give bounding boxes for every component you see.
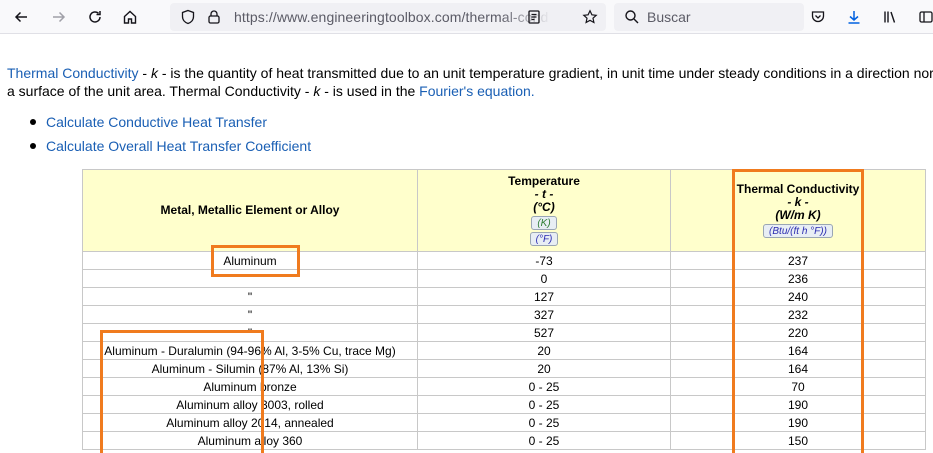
temperature-cell: 0 - 25 <box>417 431 671 450</box>
metal-cell: Aluminum alloy 2014, annealed <box>82 413 418 432</box>
metal-cell: Aluminum alloy 3003, rolled <box>82 395 418 414</box>
sidebar-icon[interactable] <box>914 5 933 29</box>
header-metal: Metal, Metallic Element or Alloy <box>82 169 418 252</box>
conductivity-table: Metal, Metallic Element or Alloy Tempera… <box>82 169 926 450</box>
metal-cell <box>82 269 418 288</box>
table-row: Aluminum - Duralumin (94-96% Al, 3-5% Cu… <box>82 341 926 360</box>
metal-cell: Aluminum bronze <box>82 377 418 396</box>
reader-view-icon[interactable] <box>522 5 546 29</box>
intro-text: - is the quantity of heat transmitted du… <box>157 65 933 81</box>
forward-arrow-icon[interactable] <box>47 5 71 29</box>
table-row: Aluminum bronze 0 - 25 70 <box>82 377 926 396</box>
conductive-heat-transfer-link[interactable]: Calculate Conductive Heat Transfer <box>46 114 267 130</box>
temperature-cell: 20 <box>417 359 671 378</box>
search-bar[interactable]: Buscar <box>614 3 804 31</box>
conductivity-cell: 232 <box>670 305 926 324</box>
table-row: Aluminum alloy 360 0 - 25 150 <box>82 431 926 450</box>
bookmark-star-icon[interactable] <box>578 5 602 29</box>
header-temperature: Temperature - t - (°C) (K) (°F) <box>417 169 671 252</box>
conductivity-cell: 240 <box>670 287 926 306</box>
header-metal-label: Metal, Metallic Element or Alloy <box>160 203 340 217</box>
temperature-cell: 127 <box>417 287 671 306</box>
temperature-cell: 527 <box>417 323 671 342</box>
temperature-cell: 327 <box>417 305 671 324</box>
conductivity-table-wrapper: Metal, Metallic Element or Alloy Tempera… <box>82 169 926 450</box>
metal-cell: Aluminum - Silumin (87% Al, 13% Si) <box>82 359 418 378</box>
back-arrow-icon[interactable] <box>9 5 33 29</box>
list-item: Calculate Overall Heat Transfer Coeffici… <box>30 137 311 161</box>
intro-line-1: Thermal Conductivity - k - is the quanti… <box>7 64 933 82</box>
header-conductivity: Thermal Conductivity - k - (W/m K) (Btu/… <box>670 169 926 252</box>
conductivity-cell: 164 <box>670 341 926 360</box>
table-row: " 127 240 <box>82 287 926 306</box>
metal-cell: " <box>82 323 418 342</box>
metal-cell: Aluminum - Duralumin (94-96% Al, 3-5% Cu… <box>82 341 418 360</box>
list-item: Calculate Conductive Heat Transfer <box>30 113 311 137</box>
pocket-icon[interactable] <box>806 5 830 29</box>
temperature-cell: -73 <box>417 251 671 270</box>
search-input[interactable]: Buscar <box>647 9 691 25</box>
table-row: " 527 220 <box>82 323 926 342</box>
shield-icon[interactable] <box>176 5 200 29</box>
conductivity-cell: 70 <box>670 377 926 396</box>
intro-text: a surface of the unit area. Thermal Cond… <box>7 83 314 99</box>
intro-text: - is used in the <box>320 83 420 99</box>
url-host: https://www.engineeringtoolbox.com <box>234 9 462 25</box>
temperature-cell: 0 - 25 <box>417 413 671 432</box>
metal-cell: Aluminum alloy 360 <box>82 431 418 450</box>
table-row: Aluminum -73 237 <box>82 251 926 270</box>
conductivity-cell: 150 <box>670 431 926 450</box>
conductivity-cell: 236 <box>670 269 926 288</box>
conductivity-cell: 164 <box>670 359 926 378</box>
download-icon[interactable] <box>842 5 866 29</box>
url-bar[interactable]: https://www.engineeringtoolbox.com/therm… <box>170 3 606 31</box>
conductivity-cell: 220 <box>670 323 926 342</box>
fahrenheit-unit-button[interactable]: (°F) <box>529 232 559 246</box>
reload-icon[interactable] <box>83 5 107 29</box>
lock-icon[interactable] <box>202 5 226 29</box>
home-icon[interactable] <box>118 5 142 29</box>
temperature-cell: 0 <box>417 269 671 288</box>
kelvin-unit-button[interactable]: (K) <box>531 216 557 230</box>
btu-unit-button[interactable]: (Btu/(ft h °F)) <box>763 224 833 238</box>
header-cond-unit: (W/m K) <box>775 208 821 222</box>
fourier-equation-link[interactable]: Fourier's equation. <box>419 83 535 99</box>
k-symbol: k <box>150 65 158 81</box>
table-row: Aluminum alloy 3003, rolled 0 - 25 190 <box>82 395 926 414</box>
temperature-cell: 0 - 25 <box>417 395 671 414</box>
conductivity-cell: 190 <box>670 413 926 432</box>
intro-paragraph: Thermal Conductivity - k - is the quanti… <box>7 64 933 100</box>
conductivity-cell: 237 <box>670 251 926 270</box>
library-icon[interactable] <box>878 5 902 29</box>
temperature-cell: 0 - 25 <box>417 377 671 396</box>
table-row: 0 236 <box>82 269 926 288</box>
overall-heat-transfer-link[interactable]: Calculate Overall Heat Transfer Coeffici… <box>46 138 311 154</box>
temperature-cell: 20 <box>417 341 671 360</box>
metal-cell: " <box>82 305 418 324</box>
metal-cell: " <box>82 287 418 306</box>
search-icon <box>620 5 644 29</box>
thermal-conductivity-link[interactable]: Thermal Conductivity <box>7 65 139 81</box>
table-header-row: Metal, Metallic Element or Alloy Tempera… <box>82 169 926 252</box>
metal-cell: Aluminum <box>82 251 418 270</box>
table-row: Aluminum alloy 2014, annealed 0 - 25 190 <box>82 413 926 432</box>
browser-toolbar: https://www.engineeringtoolbox.com/therm… <box>0 0 933 34</box>
table-row: Aluminum - Silumin (87% Al, 13% Si) 20 164 <box>82 359 926 378</box>
header-temp-unit: (°C) <box>533 200 555 214</box>
intro-line-2: a surface of the unit area. Thermal Cond… <box>7 82 933 100</box>
conductivity-cell: 190 <box>670 395 926 414</box>
intro-text: - <box>138 65 151 81</box>
table-row: " 327 232 <box>82 305 926 324</box>
calculator-links: Calculate Conductive Heat Transfer Calcu… <box>30 113 311 161</box>
